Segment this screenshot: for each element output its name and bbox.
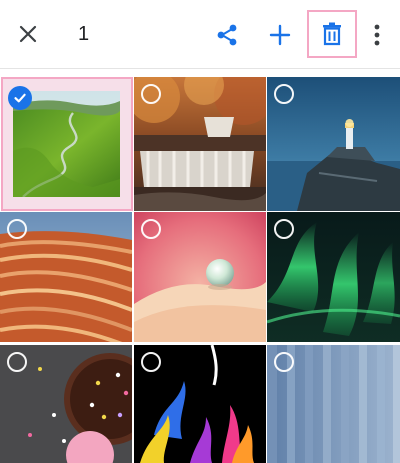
share-icon xyxy=(214,22,240,48)
photo-tile-colorful-paint-splash[interactable] xyxy=(134,345,266,463)
select-circle-icon[interactable] xyxy=(141,84,161,104)
selection-toolbar: 1 xyxy=(0,0,400,68)
close-button[interactable] xyxy=(10,16,46,52)
photo-tile-autumn-waterfall[interactable] xyxy=(134,77,266,211)
toolbar-divider xyxy=(0,68,400,69)
photo-tile-aurora-borealis[interactable] xyxy=(267,212,400,342)
photo-tile-red-sandstone-waves[interactable] xyxy=(0,212,132,342)
selected-count: 1 xyxy=(78,23,90,45)
share-button[interactable] xyxy=(208,16,246,54)
select-circle-icon[interactable] xyxy=(7,219,27,239)
add-icon xyxy=(268,23,292,47)
add-button[interactable] xyxy=(261,16,299,54)
delete-button[interactable] xyxy=(307,10,357,58)
photo-tile-water-droplet-petal[interactable] xyxy=(134,212,266,342)
trash-icon xyxy=(321,22,343,46)
select-circle-icon[interactable] xyxy=(141,352,161,372)
selected-check-icon[interactable] xyxy=(8,86,32,110)
photo-green-valley-river xyxy=(13,91,120,197)
select-circle-icon[interactable] xyxy=(141,219,161,239)
photo-tile-green-valley-river[interactable] xyxy=(1,77,133,211)
more-options-button[interactable] xyxy=(362,16,392,54)
select-circle-icon[interactable] xyxy=(274,219,294,239)
photo-tile-chocolate-donuts[interactable] xyxy=(0,345,132,463)
close-icon xyxy=(18,24,38,44)
photo-selection-screen: 1 xyxy=(0,0,400,463)
more-vert-icon xyxy=(374,24,380,46)
photo-tile-lighthouse-cliff-dusk[interactable] xyxy=(267,77,400,211)
select-circle-icon[interactable] xyxy=(7,352,27,372)
select-circle-icon[interactable] xyxy=(274,352,294,372)
select-circle-icon[interactable] xyxy=(274,84,294,104)
photo-tile-blue-curtain[interactable] xyxy=(267,345,400,463)
